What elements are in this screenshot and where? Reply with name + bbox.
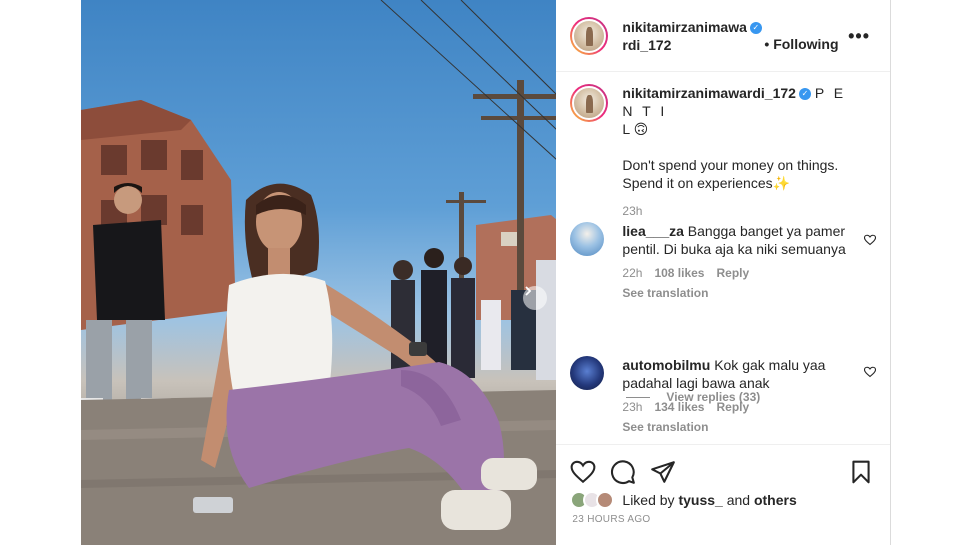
liked-by-user[interactable]: tyuss_ (678, 492, 722, 508)
commenter-avatar[interactable] (570, 222, 605, 256)
comment-item: automobilmu Kok gak malu yaa padahal lag… (570, 356, 854, 436)
post-header: nikitamirzanimawa ✓ rdi_172 • Following •… (556, 0, 890, 72)
comment-time: 22h (622, 266, 643, 280)
comment-heart-icon[interactable] (864, 234, 876, 246)
post-timestamp[interactable]: 23 HOURS AGO (572, 514, 650, 525)
caption-text-line2: L 🙃 (622, 121, 649, 137)
comment-heart-icon[interactable] (864, 366, 876, 378)
caption-quote: Don't spend your money on things. Spend … (622, 157, 839, 191)
page: nikitamirzanimawa ✓ rdi_172 • Following •… (0, 0, 970, 545)
comment-item: liea___za Bangga banget ya pamer pentil.… (570, 222, 854, 302)
comment-likes[interactable]: 134 likes (654, 398, 704, 416)
more-options-icon[interactable]: ••• (848, 26, 870, 47)
author-avatar[interactable] (570, 16, 609, 55)
see-translation-link[interactable]: See translation (622, 418, 854, 436)
photo-illustration (81, 0, 557, 545)
post-side-panel: nikitamirzanimawa ✓ rdi_172 • Following •… (556, 0, 891, 545)
liker-avatar (596, 491, 615, 509)
see-translation-link[interactable]: See translation (622, 284, 854, 302)
caption-avatar[interactable] (570, 84, 609, 122)
verified-badge-icon: ✓ (749, 21, 762, 34)
comment-time: 23h (622, 400, 643, 414)
caption-username[interactable]: nikitamirzanimawardi_172 (622, 85, 796, 101)
carousel-next-button[interactable] (523, 286, 547, 310)
caption-row: nikitamirzanimawardi_172 ✓ P E N T I L 🙃 … (570, 84, 854, 220)
post-actions: Liked by tyuss_ and others 23 HOURS AGO (556, 444, 891, 545)
comment-likes[interactable]: 108 likes (654, 264, 704, 282)
paper-plane-icon[interactable] (650, 459, 676, 485)
comment-username[interactable]: automobilmu (622, 357, 710, 373)
liked-by-row[interactable]: Liked by tyuss_ and others (570, 491, 797, 509)
comment-username[interactable]: liea___za (622, 223, 684, 239)
liker-avatars (570, 491, 615, 509)
author-username-line2[interactable]: rdi_172 (622, 36, 772, 54)
heart-icon[interactable] (570, 459, 596, 485)
post-viewer: nikitamirzanimawa ✓ rdi_172 • Following •… (81, 0, 891, 545)
commenter-avatar[interactable] (570, 356, 605, 390)
reply-button[interactable]: Reply (716, 398, 749, 416)
comment-bubble-icon[interactable] (610, 459, 636, 485)
liked-by-others[interactable]: others (754, 492, 797, 508)
verified-badge-icon: ✓ (798, 88, 811, 101)
author-name[interactable]: nikitamirzanimawa ✓ rdi_172 (622, 18, 772, 54)
post-photo[interactable] (81, 0, 557, 545)
caption-time: 23h (622, 204, 643, 218)
reply-button[interactable]: Reply (716, 264, 749, 282)
liked-by-and: and (726, 492, 751, 508)
following-button[interactable]: • Following (764, 36, 838, 52)
bookmark-icon[interactable] (848, 459, 874, 485)
liked-by-prefix: Liked by (622, 492, 675, 508)
author-username-line1[interactable]: nikitamirzanimawa (622, 19, 747, 35)
